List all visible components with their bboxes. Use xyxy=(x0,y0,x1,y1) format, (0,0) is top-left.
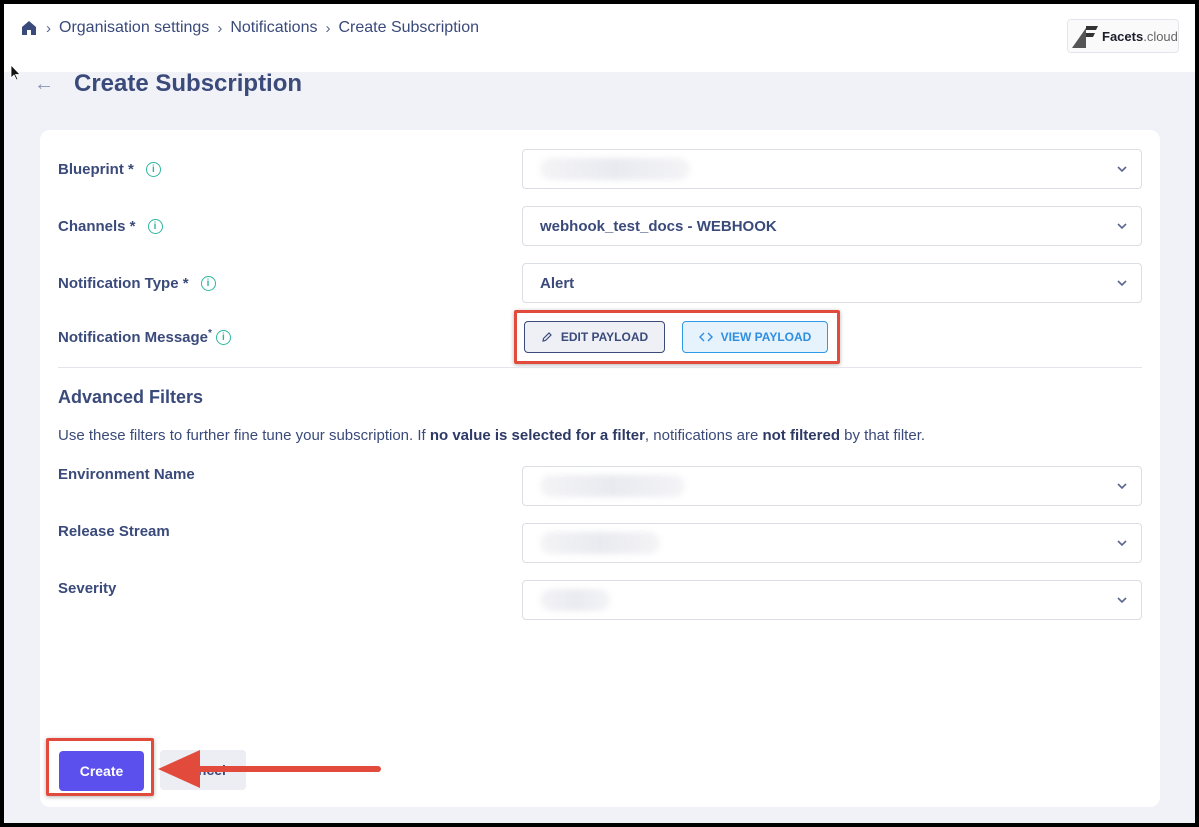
code-icon xyxy=(698,332,713,342)
view-payload-label: VIEW PAYLOAD xyxy=(720,330,812,344)
severity-row: Severity xyxy=(58,580,1142,620)
desc-part-3: by that filter. xyxy=(839,427,926,444)
desc-bold-2: not filtered xyxy=(762,427,840,444)
severity-label: Severity xyxy=(58,580,117,597)
blueprint-select[interactable] xyxy=(522,149,1142,189)
notification-message-label: Notification Message * i xyxy=(58,327,231,346)
view-payload-button[interactable]: VIEW PAYLOAD xyxy=(682,321,828,353)
notification-message-label-text: Notification Message xyxy=(58,328,209,346)
environment-select[interactable] xyxy=(522,466,1142,506)
chevron-down-icon xyxy=(1117,223,1127,230)
blurred-value xyxy=(540,158,690,180)
channels-row: Channels * i webhook_test_docs - WEBHOOK xyxy=(58,206,1142,246)
release-stream-select[interactable] xyxy=(522,523,1142,563)
notification-type-row: Notification Type * i Alert xyxy=(58,263,1142,303)
blurred-value xyxy=(540,589,610,611)
chevron-right-icon: › xyxy=(325,19,331,37)
app-window: › Organisation settings › Notifications … xyxy=(4,4,1195,823)
chevron-down-icon xyxy=(1117,483,1127,490)
facets-logo: Facets.cloud xyxy=(1067,19,1179,53)
advanced-filters-description: Use these filters to further fine tune y… xyxy=(58,427,925,444)
chevron-right-icon: › xyxy=(46,19,51,37)
top-bar: › Organisation settings › Notifications … xyxy=(4,4,1195,72)
chevron-down-icon xyxy=(1117,597,1127,604)
blueprint-row: Blueprint * i xyxy=(58,149,1142,189)
breadcrumb-item-create-subscription: Create Subscription xyxy=(338,19,479,36)
home-icon[interactable] xyxy=(20,19,38,37)
chevron-down-icon xyxy=(1117,280,1127,287)
info-icon[interactable]: i xyxy=(215,329,231,345)
breadcrumb-item-organisation-settings[interactable]: Organisation settings xyxy=(59,19,209,37)
chevron-down-icon xyxy=(1117,540,1127,547)
release-stream-label: Release Stream xyxy=(58,523,170,540)
mouse-cursor-icon xyxy=(10,64,21,81)
annotation-arrow xyxy=(158,750,381,788)
info-icon[interactable]: i xyxy=(145,161,161,177)
page-header: ← Create Subscription xyxy=(34,70,302,98)
breadcrumb: › Organisation settings › Notifications … xyxy=(20,19,479,37)
logo-text-light: .cloud xyxy=(1143,28,1178,44)
blurred-value xyxy=(540,532,660,554)
environment-label: Environment Name xyxy=(58,466,195,483)
notification-type-select-value: Alert xyxy=(540,274,575,292)
desc-bold-1: no value is selected for a filter xyxy=(429,427,645,444)
notification-type-select[interactable]: Alert xyxy=(522,263,1142,303)
subscription-form-card: Blueprint * i Channels * i webhook_test_… xyxy=(40,130,1160,807)
edit-payload-button[interactable]: EDIT PAYLOAD xyxy=(524,321,665,353)
page-title: Create Subscription xyxy=(74,70,303,97)
create-button[interactable]: Create xyxy=(59,751,144,791)
edit-payload-label: EDIT PAYLOAD xyxy=(560,330,649,344)
channels-select[interactable]: webhook_test_docs - WEBHOOK xyxy=(522,206,1142,246)
section-divider xyxy=(58,367,1142,368)
payload-buttons-highlight: EDIT PAYLOAD VIEW PAYLOAD xyxy=(514,310,840,364)
pencil-icon xyxy=(542,332,552,342)
desc-part-1: Use these filters to further fine tune y… xyxy=(58,427,430,444)
breadcrumb-item-notifications[interactable]: Notifications xyxy=(230,19,317,37)
facets-logo-icon xyxy=(1072,26,1098,48)
environment-row: Environment Name xyxy=(58,466,1142,506)
notification-type-label-text: Notification Type * xyxy=(58,274,189,292)
release-stream-row: Release Stream xyxy=(58,523,1142,563)
blueprint-label: Blueprint * i xyxy=(58,161,161,178)
severity-select[interactable] xyxy=(522,580,1142,620)
notification-type-label: Notification Type * i xyxy=(58,275,216,292)
create-button-label: Create xyxy=(79,763,124,779)
required-mark: * xyxy=(208,327,212,339)
channels-label: Channels * i xyxy=(58,218,163,235)
create-button-highlight: Create xyxy=(46,738,154,796)
logo-text-bold: Facets xyxy=(1102,28,1144,44)
channels-label-text: Channels * xyxy=(58,217,136,235)
info-icon[interactable]: i xyxy=(200,275,216,291)
desc-part-2: , notifications are xyxy=(644,427,763,444)
back-arrow-icon[interactable]: ← xyxy=(34,73,54,96)
blueprint-label-text: Blueprint * xyxy=(58,160,134,178)
info-icon[interactable]: i xyxy=(147,218,163,234)
blurred-value xyxy=(540,475,685,497)
channels-select-value: webhook_test_docs - WEBHOOK xyxy=(540,217,777,235)
chevron-down-icon xyxy=(1117,166,1127,173)
advanced-filters-title: Advanced Filters xyxy=(58,387,204,407)
chevron-right-icon: › xyxy=(217,19,223,37)
